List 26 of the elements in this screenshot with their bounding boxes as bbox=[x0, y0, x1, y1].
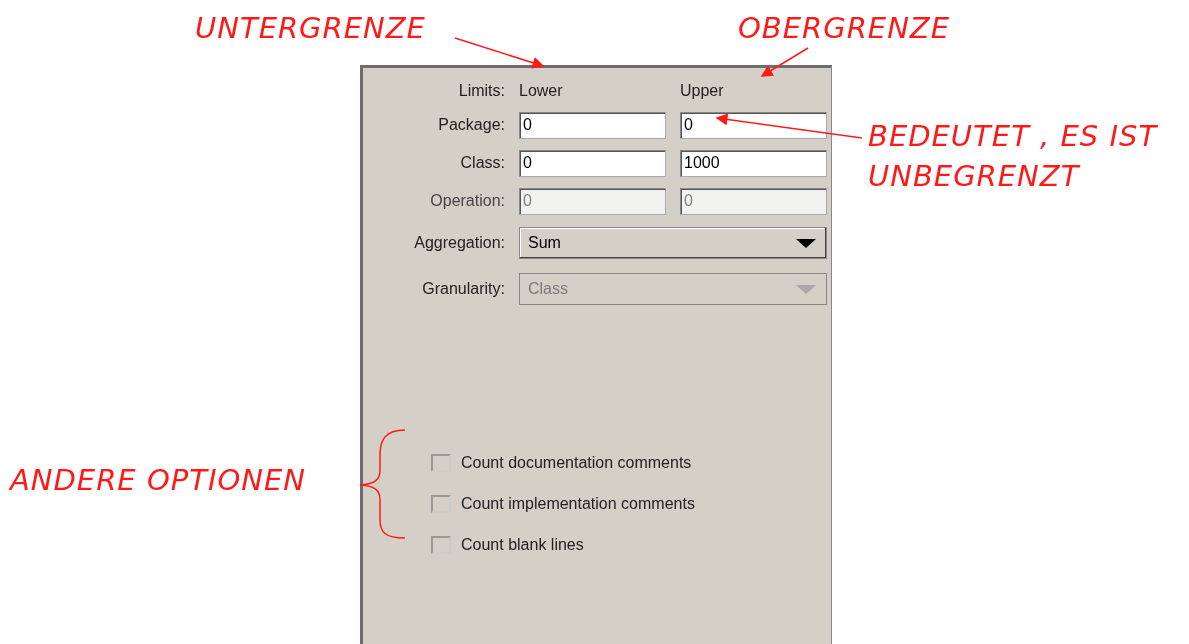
column-heading: Lower bbox=[519, 82, 564, 100]
field-label: Class: bbox=[460, 154, 505, 172]
limits-label: Limits: bbox=[458, 82, 505, 100]
annotation-text: ANDERE OPTIONEN bbox=[10, 462, 306, 499]
annotation-text: BEDEUTET , ES IST UNBEGRENZT bbox=[868, 118, 1158, 195]
column-heading: Upper bbox=[680, 82, 725, 100]
checkbox[interactable] bbox=[431, 494, 451, 513]
checkbox-label: Count blank lines bbox=[461, 535, 584, 554]
field-label: Operation: bbox=[430, 192, 505, 210]
checkbox[interactable] bbox=[431, 453, 451, 472]
input-field[interactable]: 0 bbox=[519, 149, 666, 177]
checkbox-label: Count documentation comments bbox=[461, 453, 692, 472]
input-field[interactable]: 0 bbox=[519, 111, 666, 139]
input-field[interactable]: 0 bbox=[680, 111, 827, 139]
checkbox-label: Count implementation comments bbox=[461, 494, 695, 513]
field-label: Aggregation: bbox=[414, 234, 505, 252]
caret-icon bbox=[796, 284, 816, 294]
field-label: Package: bbox=[438, 116, 505, 134]
annotation-text: UNTERGRENZE bbox=[195, 10, 426, 47]
arrow bbox=[760, 47, 809, 77]
dropdown[interactable]: Sum bbox=[519, 227, 827, 259]
input-field[interactable]: 1000 bbox=[680, 149, 827, 177]
caret-icon bbox=[796, 238, 816, 248]
annotation-text: OBERGRENZE bbox=[738, 10, 951, 47]
field-label: Granularity: bbox=[422, 280, 505, 298]
checkbox[interactable] bbox=[431, 535, 451, 554]
